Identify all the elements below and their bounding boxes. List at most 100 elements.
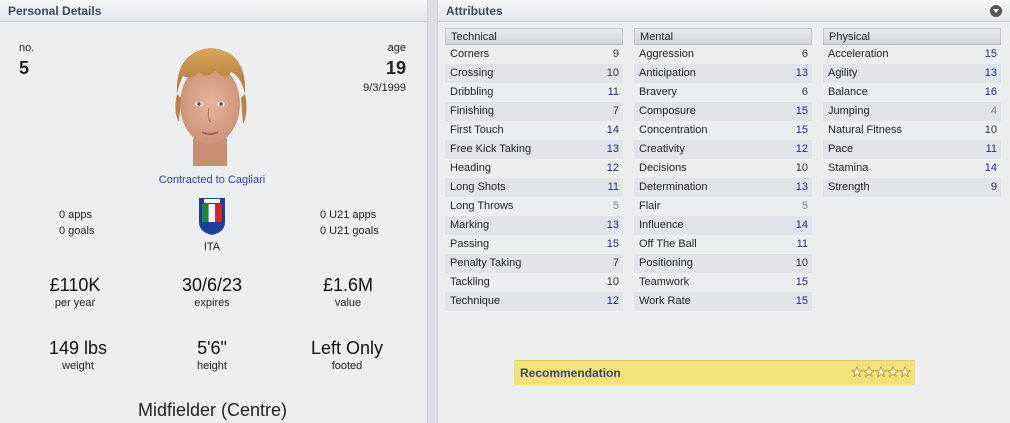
personal-details-header: Personal Details — [0, 0, 427, 22]
attribute-row[interactable]: First Touch 14 — [445, 121, 623, 140]
attribute-row[interactable]: Jumping 4 — [823, 102, 1001, 121]
contract-expires-label: expires — [194, 297, 230, 309]
attribute-row[interactable]: Decisions 10 — [634, 159, 812, 178]
attribute-row[interactable]: Free Kick Taking 13 — [445, 140, 623, 159]
column-header-mental: Mental — [634, 28, 812, 45]
attribute-row[interactable]: Flair 5 — [634, 197, 812, 216]
attribute-value: 14 — [606, 124, 619, 136]
panel-divider[interactable] — [428, 0, 437, 423]
attribute-value: 13 — [984, 67, 997, 79]
attribute-name: Free Kick Taking — [450, 143, 532, 155]
attribute-row[interactable]: Bravery 6 — [634, 83, 812, 102]
attribute-value: 13 — [606, 219, 619, 231]
attribute-value: 13 — [606, 143, 619, 155]
attribute-name: Dribbling — [450, 86, 494, 98]
goals-text: 0 goals — [59, 225, 95, 237]
attribute-name: Balance — [828, 86, 868, 98]
attribute-value: 10 — [795, 162, 808, 174]
attribute-row[interactable]: Marking 13 — [445, 216, 623, 235]
attribute-row[interactable]: Pace 11 — [823, 140, 1001, 159]
attribute-value: 6 — [801, 48, 808, 60]
attribute-name: Positioning — [639, 257, 693, 269]
age-label: age — [387, 42, 406, 54]
attribute-row[interactable]: Concentration 15 — [634, 121, 812, 140]
recommendation-bar: Recommendation — [514, 360, 915, 385]
attribute-row[interactable]: Dribbling 11 — [445, 83, 623, 102]
attribute-row[interactable]: Composure 15 — [634, 102, 812, 121]
attribute-name: Corners — [450, 48, 490, 60]
attribute-name: Tackling — [450, 276, 490, 288]
attribute-name: Long Shots — [450, 181, 506, 193]
italy-flag-icon — [199, 198, 225, 235]
attribute-row[interactable]: Natural Fitness 10 — [823, 121, 1001, 140]
attribute-row[interactable]: Positioning 10 — [634, 254, 812, 273]
attribute-value: 11 — [985, 143, 997, 155]
market-value: £1.6M — [322, 275, 374, 295]
squad-number-label: no. — [19, 42, 35, 54]
contract-link[interactable]: Contracted to Cagliari — [120, 174, 304, 186]
attribute-value: 13 — [795, 181, 808, 193]
attribute-value: 15 — [795, 124, 808, 136]
attribute-name: Pace — [828, 143, 854, 155]
attribute-row[interactable]: Determination 13 — [634, 178, 812, 197]
height-label: height — [197, 360, 227, 372]
attribute-name: Long Throws — [450, 200, 514, 212]
attribute-column-mental: Mental Aggression 6 Anticipation 13 Bravery 6… — [634, 28, 812, 311]
attribute-row[interactable]: Agility 13 — [823, 64, 1001, 83]
attribute-value: 10 — [984, 124, 997, 136]
attribute-value: 5 — [612, 200, 619, 212]
star-icon — [863, 366, 875, 378]
attribute-name: Concentration — [639, 124, 708, 136]
attribute-name: Natural Fitness — [828, 124, 902, 136]
attribute-value: 16 — [984, 86, 997, 98]
attribute-name: First Touch — [450, 124, 504, 136]
attribute-value: 4 — [990, 105, 997, 117]
attribute-value: 10 — [606, 67, 619, 79]
attribute-column-physical: Physical Acceleration 15 Agility 13 Balance 1… — [823, 28, 1001, 197]
attribute-row[interactable]: Acceleration 15 — [823, 45, 1001, 64]
attribute-row[interactable]: Teamwork 15 — [634, 273, 812, 292]
attribute-row[interactable]: Anticipation 13 — [634, 64, 812, 83]
wage-label: per year — [54, 297, 96, 309]
attribute-value: 11 — [607, 86, 619, 98]
collapse-icon[interactable] — [990, 5, 1002, 17]
attribute-value: 15 — [795, 295, 808, 307]
attribute-name: Aggression — [639, 48, 695, 60]
player-face-image — [175, 48, 247, 166]
attribute-name: Bravery — [639, 86, 677, 98]
attribute-name: Teamwork — [639, 276, 690, 288]
attribute-row[interactable]: Stamina 14 — [823, 159, 1001, 178]
personal-details-panel: Personal Details no. 5 age 19 9/3/1999 C… — [0, 0, 428, 423]
attribute-value: 10 — [606, 276, 619, 288]
attribute-row[interactable]: Creativity 12 — [634, 140, 812, 159]
attribute-row[interactable]: Corners 9 — [445, 45, 623, 64]
attribute-row[interactable]: Off The Ball 11 — [634, 235, 812, 254]
attribute-row[interactable]: Finishing 7 — [445, 102, 623, 121]
attribute-row[interactable]: Heading 12 — [445, 159, 623, 178]
date-of-birth: 9/3/1999 — [363, 82, 406, 94]
attribute-row[interactable]: Technique 12 — [445, 292, 623, 311]
attribute-row[interactable]: Tackling 10 — [445, 273, 623, 292]
physical-rows: Acceleration 15 Agility 13 Balance 16 Jumping 4… — [823, 45, 1001, 197]
attribute-row[interactable]: Long Throws 5 — [445, 197, 623, 216]
attribute-row[interactable]: Passing 15 — [445, 235, 623, 254]
attribute-row[interactable]: Aggression 6 — [634, 45, 812, 64]
attribute-row[interactable]: Balance 16 — [823, 83, 1001, 102]
attribute-value: 11 — [607, 181, 619, 193]
attribute-row[interactable]: Crossing 10 — [445, 64, 623, 83]
attribute-name: Agility — [828, 67, 858, 79]
attributes-header: Attributes — [438, 0, 1010, 22]
attribute-row[interactable]: Long Shots 11 — [445, 178, 623, 197]
attribute-row[interactable]: Strength 9 — [823, 178, 1001, 197]
attribute-value: 15 — [984, 48, 997, 60]
market-value-label: value — [334, 297, 362, 309]
attribute-name: Creativity — [639, 143, 685, 155]
attribute-row[interactable]: Work Rate 15 — [634, 292, 812, 311]
age-value: 19 — [385, 58, 406, 78]
attribute-row[interactable]: Penalty Taking 7 — [445, 254, 623, 273]
attribute-row[interactable]: Influence 14 — [634, 216, 812, 235]
technical-rows: Corners 9 Crossing 10 Dribbling 11 Finishing 7 F… — [445, 45, 623, 311]
recommendation-stars — [851, 366, 911, 378]
attribute-value: 15 — [795, 105, 808, 117]
attribute-name: Marking — [450, 219, 490, 231]
